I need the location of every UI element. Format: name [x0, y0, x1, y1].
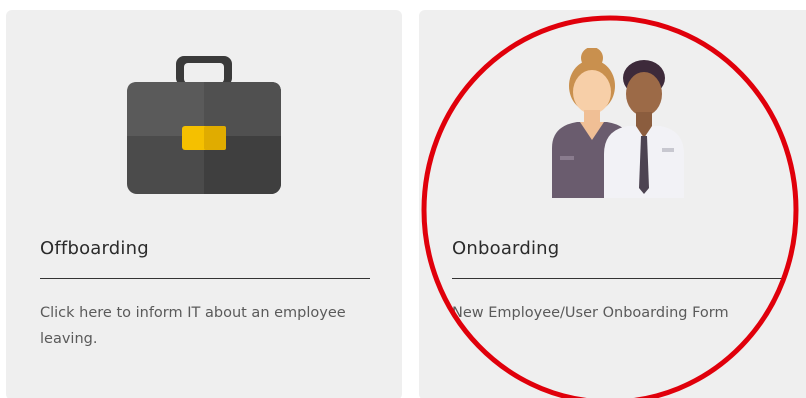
offboarding-card[interactable]: Offboarding Click here to inform IT abou… [6, 10, 402, 398]
title-divider [452, 278, 782, 279]
onboarding-card[interactable]: Onboarding New Employee/User Onboarding … [419, 10, 806, 398]
onboarding-description: New Employee/User Onboarding Form [452, 305, 729, 321]
new-employees-icon [552, 48, 684, 198]
title-divider [40, 278, 370, 279]
briefcase-icon [127, 56, 281, 194]
service-catalog: Offboarding Click here to inform IT abou… [0, 0, 806, 398]
offboarding-description: Click here to inform IT about an employe… [40, 305, 346, 347]
onboarding-title: Onboarding [452, 238, 560, 259]
offboarding-title: Offboarding [40, 238, 149, 259]
